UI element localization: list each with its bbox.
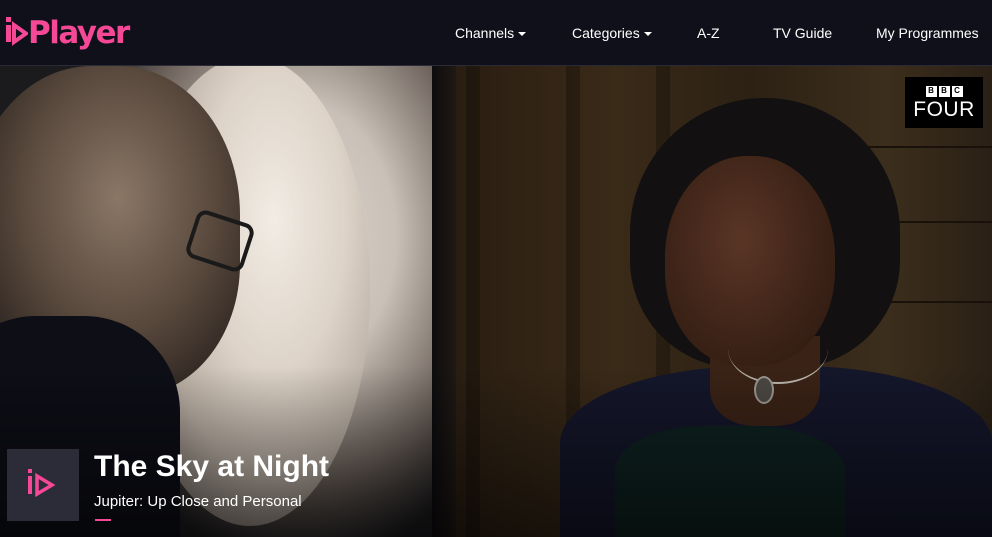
nav-my-programmes-label: My Programmes	[876, 25, 979, 41]
bbc-four-channel-logo: B B C FOUR	[905, 77, 983, 128]
channel-name: FOUR	[913, 97, 975, 121]
play-icon	[28, 469, 56, 498]
nav-categories[interactable]: Categories	[572, 0, 652, 66]
nav-a-z[interactable]: A-Z	[697, 0, 720, 66]
nav-a-z-label: A-Z	[697, 25, 720, 41]
top-navigation-bar: Player Channels Categories A-Z TV Guide …	[0, 0, 992, 66]
nav-tv-guide[interactable]: TV Guide	[773, 0, 832, 66]
programme-title[interactable]: The Sky at Night	[94, 449, 329, 485]
bbc-blocks: B B C	[925, 85, 963, 97]
title-underline	[95, 519, 111, 521]
chevron-down-icon	[518, 32, 527, 36]
bbc-block: B	[938, 85, 950, 97]
iplayer-play-icon	[6, 17, 28, 46]
nav-channels[interactable]: Channels	[455, 0, 527, 66]
bbc-block: B	[925, 85, 937, 97]
logo-text: Player	[28, 14, 130, 51]
nav-categories-label: Categories	[572, 25, 640, 41]
nav-channels-label: Channels	[455, 25, 515, 41]
iplayer-logo[interactable]: Player	[6, 14, 130, 52]
chevron-down-icon	[643, 32, 652, 36]
episode-title[interactable]: Jupiter: Up Close and Personal	[94, 492, 302, 512]
nav-tv-guide-label: TV Guide	[773, 25, 833, 41]
play-button[interactable]	[7, 449, 79, 521]
bbc-block: C	[951, 85, 963, 97]
nav-my-programmes[interactable]: My Programmes	[876, 0, 979, 66]
